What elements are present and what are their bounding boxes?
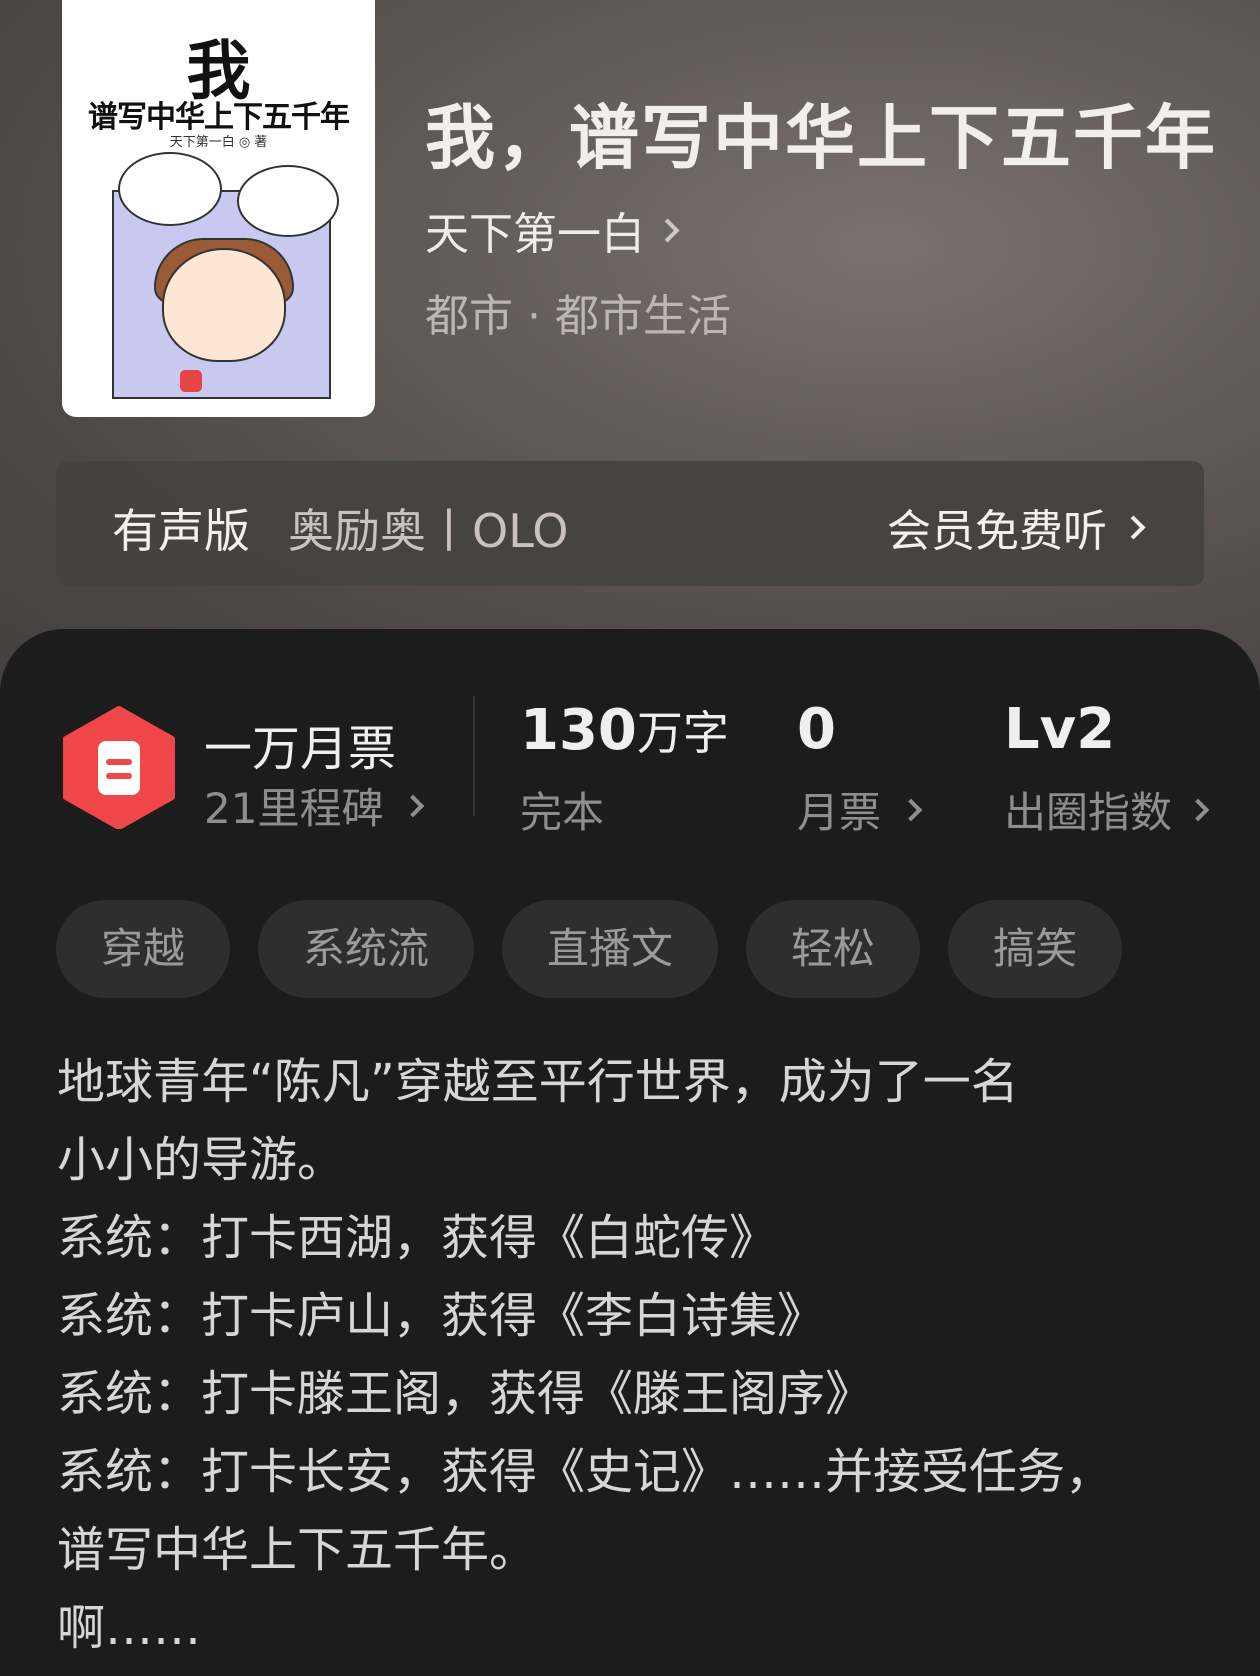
author-name: 天下第一白 [425, 209, 645, 260]
synopsis-line: 系统：打卡滕王阁，获得《滕王阁序》 [57, 1366, 874, 1422]
ticket-milestone-sub: 21里程碑 [204, 784, 384, 833]
popularity-index-link[interactable]: 出圈指数 [1004, 779, 1210, 840]
audio-narrator: 奥励奥丨OLO [288, 504, 569, 558]
tag-chip[interactable]: 轻松 [746, 900, 921, 998]
word-count-number: 130 [520, 698, 637, 763]
monthly-votes-count: 0 [797, 697, 836, 762]
thought-bubble-right [237, 165, 339, 237]
tag-chip[interactable]: 穿越 [56, 900, 231, 998]
synopsis-line: 系统：打卡西湖，获得《白蛇传》 [57, 1210, 778, 1266]
chevron-right-icon [1121, 514, 1146, 540]
cover-author: 天下第一白 ◎ 著 [169, 135, 268, 150]
book-genre: 都市 · 都市生活 [425, 291, 731, 342]
member-free-listen-label: 会员免费听 [887, 506, 1107, 557]
synopsis-line: 系统：打卡庐山，获得《李白诗集》 [57, 1288, 826, 1344]
popularity-level: Lv2 [1004, 697, 1116, 762]
ticket-milestone-title[interactable]: 一万月票 [204, 709, 396, 779]
member-free-listen-button[interactable]: 会员免费听 [887, 495, 1146, 559]
cover-character-face [162, 248, 286, 362]
synopsis-line: 地球青年“陈凡”穿越至平行世界，成为了一名 [57, 1054, 1019, 1110]
monthly-votes-link[interactable]: 月票 [797, 779, 923, 840]
tag-chip[interactable]: 搞笑 [948, 900, 1123, 998]
synopsis-line: 系统：打卡长安，获得《史记》……并接受任务， [57, 1444, 1114, 1500]
audio-version-bar[interactable]: 有声版 奥励奥丨OLO 会员免费听 [56, 461, 1204, 586]
tag-chip[interactable]: 系统流 [258, 900, 475, 998]
monthly-votes-label: 月票 [797, 788, 882, 837]
chevron-right-icon [1186, 798, 1210, 821]
chevron-right-icon [402, 794, 425, 817]
synopsis-line: 啊…… [57, 1600, 202, 1656]
completion-status: 完本 [520, 788, 605, 837]
publisher-logo [180, 370, 202, 392]
synopsis-line: 谱写中华上下五千年。 [57, 1522, 538, 1578]
audio-label: 有声版 [112, 504, 250, 558]
book-cover[interactable]: 我 谱写中华上下五千年 天下第一白 ◎ 著 [62, 0, 375, 417]
cover-title-small: 谱写中华上下五千年 [88, 100, 350, 135]
popularity-index-label: 出圈指数 [1004, 788, 1173, 837]
synopsis-line: 小小的导游。 [57, 1132, 346, 1188]
tag-list: 穿越 系统流 直播文 轻松 搞笑 [56, 900, 1123, 998]
tag-chip[interactable]: 直播文 [502, 900, 719, 998]
word-count-unit: 万字 [636, 706, 729, 760]
chevron-right-icon [899, 798, 923, 821]
book-detail-panel: 一万月票 21里程碑 130万字 完本 0 月票 Lv2 出圈指数 穿越 系统流… [0, 629, 1260, 1676]
ticket-milestone-link[interactable]: 21里程碑 [204, 775, 425, 836]
thought-bubble-left [118, 152, 222, 226]
chevron-right-icon [655, 217, 680, 243]
author-link[interactable]: 天下第一白 [425, 198, 680, 262]
synopsis[interactable]: 地球青年“陈凡”穿越至平行世界，成为了一名 小小的导游。 系统：打卡西湖，获得《… [57, 1043, 1207, 1667]
word-count: 130万字 [520, 697, 729, 763]
stats-divider [473, 696, 475, 816]
monthly-ticket-icon [63, 706, 175, 829]
book-title: 我，谱写中华上下五千年 [425, 97, 1217, 179]
